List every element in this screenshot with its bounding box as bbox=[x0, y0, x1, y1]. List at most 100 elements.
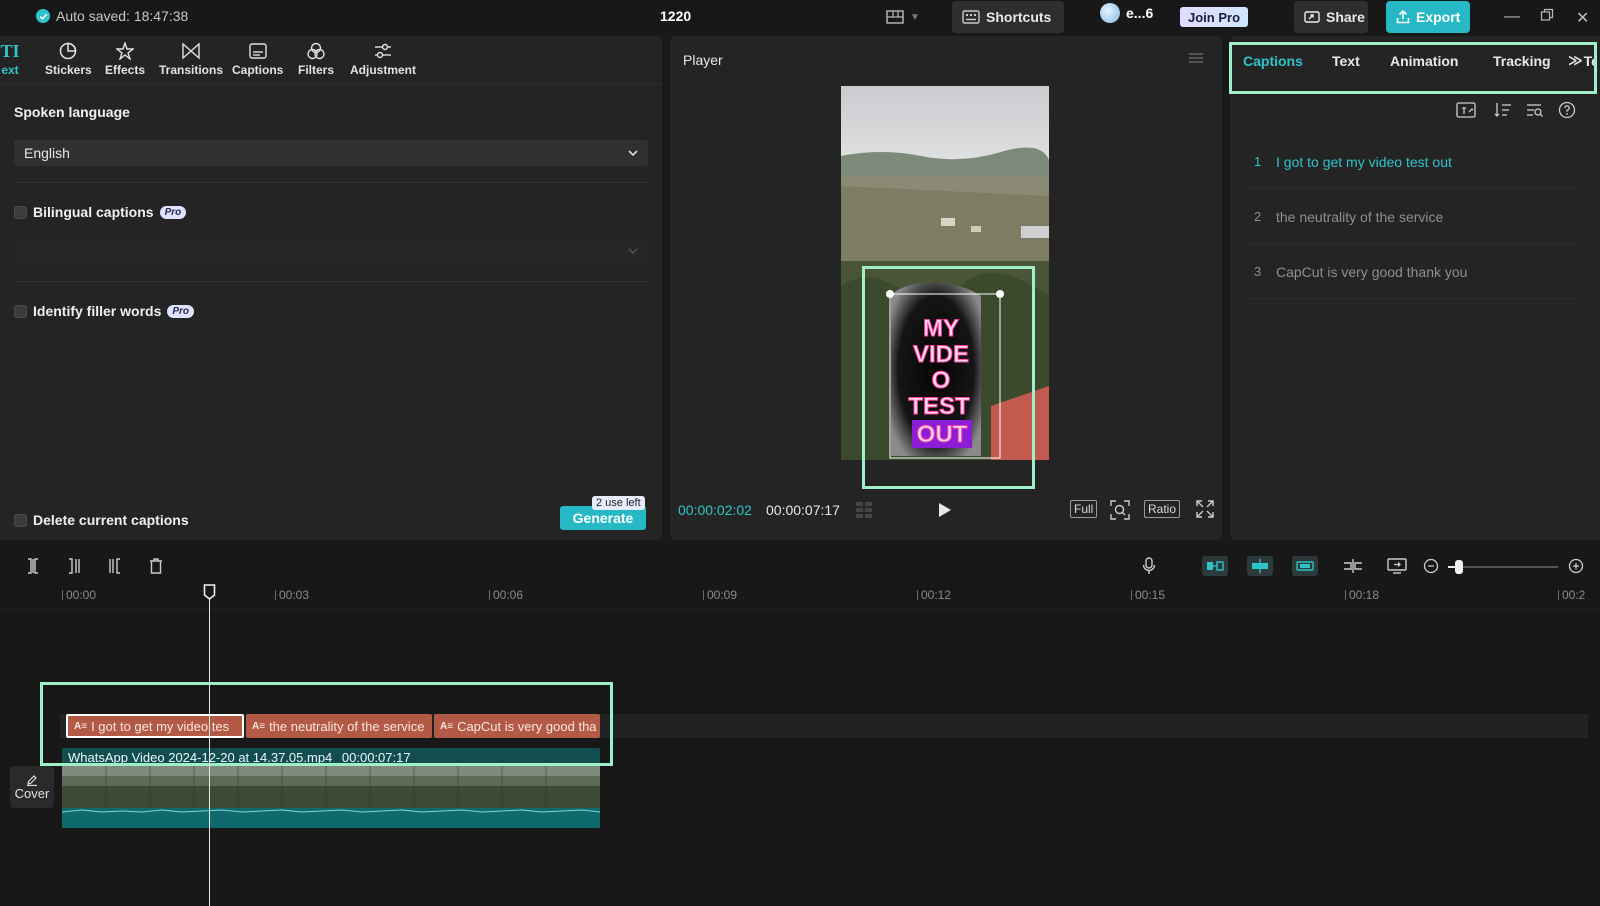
tick-label: 00:03 bbox=[279, 588, 310, 602]
insert-caption-icon[interactable] bbox=[1456, 102, 1476, 118]
filters-icon bbox=[306, 42, 326, 60]
spoken-language-select[interactable]: English bbox=[14, 140, 648, 166]
zoom-slider[interactable] bbox=[1448, 560, 1558, 574]
tick-label: 00:06 bbox=[493, 588, 524, 602]
caption-number: 3 bbox=[1254, 264, 1262, 279]
account-menu[interactable]: e...6 bbox=[1100, 3, 1153, 23]
tool-effects[interactable]: Effects bbox=[105, 42, 145, 77]
tool-captions[interactable]: Captions bbox=[232, 42, 283, 77]
cover-label: Cover bbox=[14, 785, 50, 801]
select-value: English bbox=[24, 145, 70, 161]
main-track-magnet-icon[interactable] bbox=[1202, 556, 1228, 576]
autosave-status: Auto saved: 18:47:38 bbox=[36, 8, 188, 24]
minimize-icon[interactable]: — bbox=[1504, 8, 1520, 26]
tool-label: Stickers bbox=[45, 63, 92, 77]
caption-list-item[interactable]: 2 the neutrality of the service bbox=[1244, 190, 1580, 244]
zoom-slider-thumb[interactable] bbox=[1455, 560, 1463, 574]
tool-filters[interactable]: Filters bbox=[298, 42, 334, 77]
tick-label: 00:12 bbox=[921, 588, 952, 602]
share-icon bbox=[1304, 10, 1320, 24]
caption-number: 1 bbox=[1254, 154, 1262, 169]
tick-mark bbox=[1345, 590, 1346, 600]
fit-timeline-icon[interactable] bbox=[1386, 555, 1408, 577]
tool-stickers[interactable]: Stickers bbox=[45, 42, 92, 77]
help-icon[interactable] bbox=[1558, 101, 1576, 119]
tick-label: 00:2 bbox=[1562, 588, 1586, 602]
divider bbox=[14, 281, 648, 282]
linkage-icon[interactable] bbox=[1292, 556, 1318, 576]
zoom-out-icon[interactable] bbox=[1420, 555, 1442, 577]
trim-left-icon[interactable] bbox=[63, 555, 85, 577]
preview-axis-icon[interactable] bbox=[1342, 555, 1364, 577]
export-button[interactable]: Export bbox=[1386, 1, 1470, 33]
pro-badge: Pro bbox=[159, 205, 187, 219]
menu-icon[interactable] bbox=[1188, 52, 1204, 64]
share-label: Share bbox=[1326, 9, 1365, 25]
delete-captions-row: Delete current captions bbox=[14, 512, 189, 528]
player-title: Player bbox=[683, 52, 723, 68]
play-icon[interactable] bbox=[938, 502, 952, 518]
selection-highlight bbox=[862, 266, 1035, 489]
ratio-button[interactable]: Ratio bbox=[1144, 500, 1181, 518]
bilingual-language-select[interactable] bbox=[14, 238, 648, 264]
upload-icon bbox=[1396, 10, 1410, 24]
bilingual-label: Bilingual captions bbox=[33, 204, 154, 220]
caption-number: 2 bbox=[1254, 209, 1262, 224]
caption-text[interactable]: the neutrality of the service bbox=[1276, 209, 1443, 225]
tool-text[interactable]: TI ext bbox=[0, 41, 20, 78]
tick-mark bbox=[917, 590, 918, 600]
delete-icon[interactable] bbox=[145, 555, 167, 577]
join-pro-button[interactable]: Join Pro bbox=[1180, 7, 1249, 27]
sticker-icon bbox=[58, 42, 78, 60]
auto-snap-icon[interactable] bbox=[1247, 556, 1273, 576]
playhead[interactable] bbox=[209, 594, 210, 906]
bilingual-captions-row: Bilingual captions Pro bbox=[14, 204, 187, 220]
shortcuts-button[interactable]: Shortcuts bbox=[952, 1, 1064, 33]
transitions-icon bbox=[181, 42, 201, 60]
divider bbox=[0, 84, 662, 85]
filler-words-checkbox[interactable] bbox=[14, 304, 27, 318]
zoom-preview-icon[interactable] bbox=[1110, 500, 1130, 520]
caption-text[interactable]: CapCut is very good thank you bbox=[1276, 264, 1467, 280]
spoken-language-label: Spoken language bbox=[14, 104, 130, 120]
zoom-in-icon[interactable] bbox=[1565, 555, 1587, 577]
tick-mark bbox=[1558, 590, 1559, 600]
microphone-icon[interactable] bbox=[1138, 555, 1160, 577]
delete-captions-checkbox[interactable] bbox=[14, 513, 27, 527]
tick-label: 00:18 bbox=[1349, 588, 1380, 602]
account-name: e...6 bbox=[1126, 5, 1154, 21]
effects-icon bbox=[115, 42, 135, 60]
tool-transitions[interactable]: Transitions bbox=[159, 42, 223, 77]
caption-list-item[interactable]: 1 I got to get my video test out bbox=[1244, 135, 1580, 189]
timeline-grid-icon[interactable] bbox=[856, 502, 880, 518]
bilingual-checkbox[interactable] bbox=[14, 205, 27, 219]
tick-mark bbox=[1131, 590, 1132, 600]
chevron-down-icon bbox=[628, 150, 638, 156]
layout-button[interactable]: ▼ bbox=[876, 1, 926, 33]
split-icon[interactable] bbox=[22, 555, 44, 577]
caption-list-item[interactable]: 3 CapCut is very good thank you bbox=[1244, 245, 1580, 299]
restore-icon[interactable] bbox=[1540, 8, 1554, 22]
tick-mark bbox=[275, 590, 276, 600]
fullscreen-icon[interactable] bbox=[1196, 500, 1214, 518]
tool-label: Effects bbox=[105, 63, 146, 77]
chevron-down-icon bbox=[628, 248, 638, 254]
share-button[interactable]: Share bbox=[1294, 1, 1368, 33]
full-quality-button[interactable]: Full bbox=[1070, 500, 1098, 518]
sort-captions-icon[interactable] bbox=[1494, 102, 1512, 118]
trim-right-icon[interactable] bbox=[104, 555, 126, 577]
playhead-handle[interactable] bbox=[203, 584, 216, 600]
close-icon[interactable]: ✕ bbox=[1576, 8, 1589, 28]
pencil-icon bbox=[26, 774, 38, 786]
caption-text[interactable]: I got to get my video test out bbox=[1276, 154, 1452, 170]
search-captions-icon[interactable] bbox=[1526, 102, 1544, 118]
cover-button[interactable]: Cover bbox=[10, 766, 54, 808]
tick-label: 00:00 bbox=[66, 588, 97, 602]
tabs-highlight bbox=[1229, 42, 1597, 94]
project-title[interactable]: 1220 bbox=[660, 8, 691, 24]
layout-icon bbox=[886, 10, 904, 24]
tick-label: 00:09 bbox=[707, 588, 738, 602]
tool-adjustment[interactable]: Adjustment bbox=[350, 42, 416, 77]
delete-captions-label: Delete current captions bbox=[33, 512, 189, 528]
total-time: 00:00:07:17 bbox=[766, 502, 840, 518]
